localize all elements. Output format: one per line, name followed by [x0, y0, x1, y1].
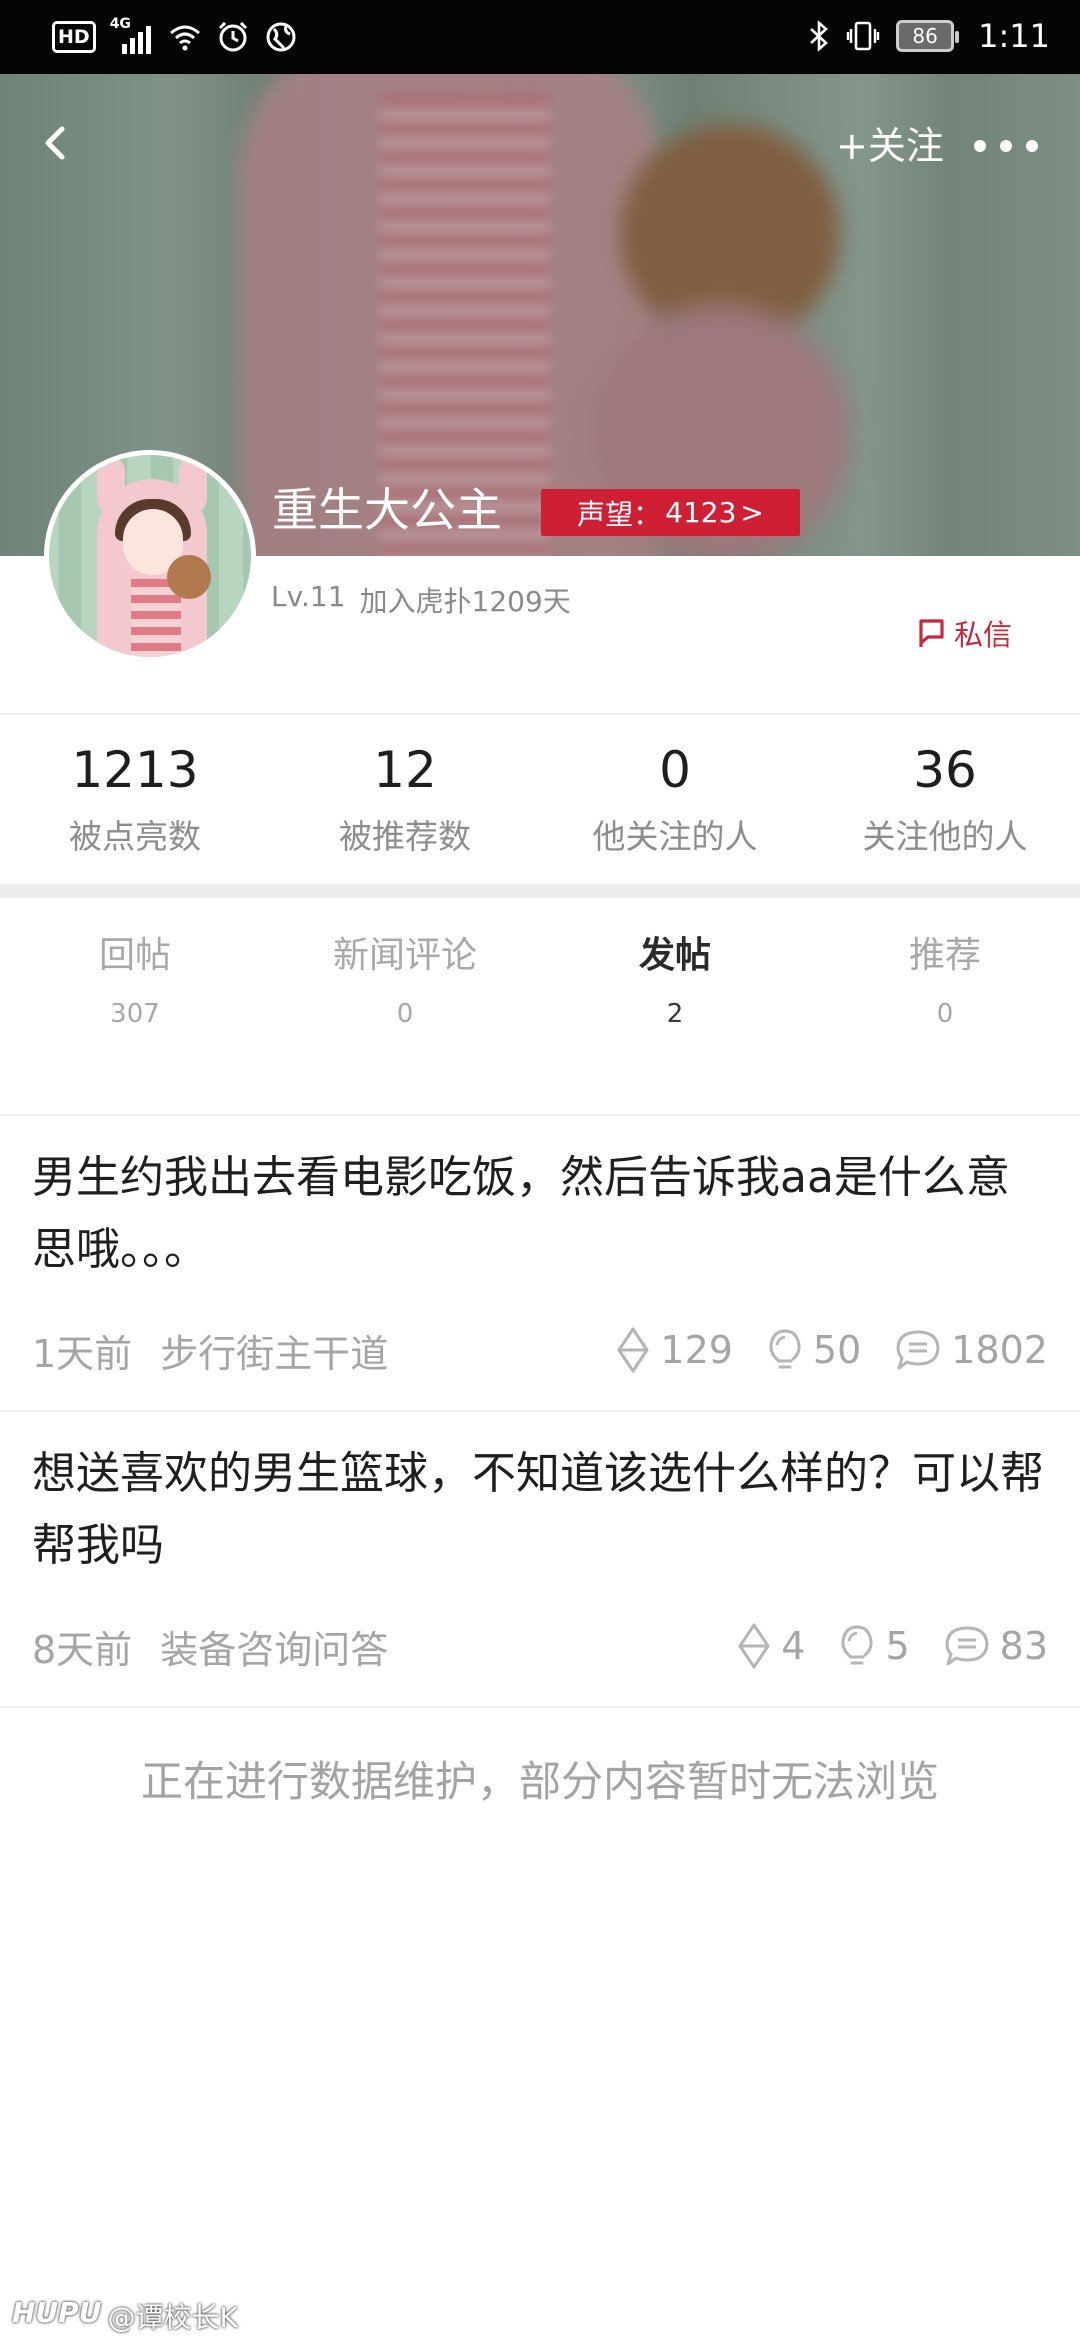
tab-news-comments[interactable]: 新闻评论 0: [270, 906, 540, 1046]
maintenance-notice: 正在进行数据维护，部分内容暂时无法浏览: [140, 1757, 939, 1806]
joined-label: 加入虎扑1209天: [359, 585, 571, 618]
battery-icon: 86: [896, 20, 960, 52]
post-time: 1天前: [32, 1331, 133, 1376]
light-count: 50: [767, 1327, 861, 1373]
status-bar-right: 86 1:11: [808, 16, 1050, 56]
stat-recommended[interactable]: 12 被推荐数: [270, 722, 540, 882]
post-item[interactable]: 男生约我出去看电影吃饭，然后告诉我aa是什么意思哦。。。 1天前 步行街主干道 …: [0, 1116, 1080, 1410]
battery-level: 86: [912, 24, 938, 48]
stat-label: 被推荐数: [339, 817, 471, 856]
light-value: 50: [812, 1328, 862, 1372]
watermark-brand: HUPU: [12, 2296, 102, 2329]
username: 重生大公主: [272, 483, 502, 537]
stat-followers[interactable]: 36 关注他的人: [810, 722, 1080, 882]
recommend-value: 4: [781, 1624, 806, 1668]
tab-count: 307: [110, 999, 160, 1029]
tab-label: 推荐: [908, 935, 981, 976]
avatar-teddy: [167, 555, 211, 599]
status-bar: HD 4G 86 1:11: [0, 0, 1080, 74]
back-button[interactable]: [30, 118, 80, 168]
post-meta: 8天前 装备咨询问答 4 5 83: [32, 1616, 1048, 1676]
stat-following[interactable]: 0 他关注的人: [540, 722, 810, 882]
follow-button[interactable]: +关注: [836, 118, 944, 174]
reply-value: 83: [999, 1624, 1048, 1668]
reputation-label: 声望：: [577, 497, 662, 531]
profile-meta: Lv.11 加入虎扑1209天: [271, 580, 571, 620]
stat-value: 12: [373, 741, 437, 799]
watermark-handle: @谭校长K: [107, 2301, 238, 2334]
recommend-count: 4: [737, 1622, 805, 1670]
tab-count: 2: [666, 999, 684, 1029]
more-dot: [1000, 140, 1012, 152]
hd-indicator: HD: [52, 21, 96, 53]
tab-label: 新闻评论: [332, 935, 477, 976]
alarm-icon: [218, 21, 247, 52]
globe-icon: [266, 22, 296, 52]
recommend-value: 129: [660, 1328, 733, 1372]
post-meta: 1天前 步行街主干道 129 50 1802: [32, 1320, 1048, 1380]
reply-count: 1802: [895, 1328, 1048, 1372]
reputation-badge[interactable]: 声望： 4123 >: [541, 489, 800, 536]
stat-value: 1213: [71, 741, 199, 799]
post-board: 步行街主干道: [160, 1331, 389, 1376]
level-label: Lv.11: [271, 580, 346, 613]
post-item[interactable]: 想送喜欢的男生篮球，不知道该选什么样的？可以帮帮我吗 8天前 装备咨询问答 4 …: [0, 1412, 1080, 1706]
post-title: 男生约我出去看电影吃饭，然后告诉我aa是什么意思哦。。。: [32, 1152, 1010, 1275]
avatar[interactable]: [44, 450, 256, 662]
tab-label: 回帖: [98, 935, 171, 976]
reply-value: 1802: [951, 1328, 1048, 1372]
tab-recommend[interactable]: 推荐 0: [810, 906, 1080, 1046]
stat-label: 他关注的人: [592, 817, 758, 856]
tab-replies[interactable]: 回帖 307: [0, 906, 270, 1046]
reply-bubble-icon: [945, 1626, 989, 1666]
private-message-button[interactable]: 私信: [916, 612, 1012, 654]
reply-bubble-icon: [896, 1330, 940, 1370]
stat-label: 关注他的人: [862, 817, 1028, 856]
post-time: 8天前: [32, 1627, 133, 1672]
stat-value: 0: [659, 741, 691, 799]
private-message-label: 私信: [954, 618, 1013, 652]
more-button[interactable]: [974, 128, 1038, 164]
message-flag-icon: [919, 619, 944, 647]
light-count: 5: [839, 1623, 910, 1669]
more-dots-icon: [974, 140, 986, 152]
stats-row: 1213 被点亮数 12 被推荐数 0 他关注的人 36 关注他的人: [0, 722, 1080, 882]
post-title: 想送喜欢的男生篮球，不知道该选什么样的？可以帮帮我吗: [32, 1448, 1044, 1571]
light-bulb-icon: [841, 1625, 874, 1665]
section-divider: [0, 884, 1080, 898]
stat-lights[interactable]: 1213 被点亮数: [0, 722, 270, 882]
light-bulb-icon: [769, 1329, 801, 1369]
light-value: 5: [885, 1624, 910, 1668]
avatar-bg-stripe: [59, 455, 81, 657]
bluetooth-icon: [810, 20, 829, 52]
tab-count: 0: [936, 999, 954, 1029]
reputation-value: 4123: [665, 496, 737, 529]
vibrate-icon: [846, 21, 880, 51]
clock: 1:11: [978, 17, 1050, 55]
watermark: HUPU @谭校长K: [12, 2296, 238, 2336]
tab-posts[interactable]: 发帖 2: [540, 906, 810, 1046]
divider: [0, 1706, 1080, 1708]
post-board: 装备咨询问答: [160, 1627, 389, 1672]
reply-count: 83: [944, 1624, 1048, 1668]
recommend-count: 129: [616, 1326, 733, 1374]
back-arrow-icon: [45, 126, 65, 160]
stat-label: 被点亮数: [69, 817, 201, 856]
content-tabs: 回帖 307 新闻评论 0 发帖 2 推荐 0: [0, 906, 1080, 1046]
recommend-icon: [617, 1327, 649, 1373]
tab-count: 0: [396, 999, 414, 1029]
wifi-icon: [169, 25, 200, 51]
divider: [0, 713, 1080, 715]
stat-value: 36: [913, 741, 977, 799]
recommend-icon: [738, 1623, 770, 1669]
reputation-arrow: >: [740, 496, 764, 529]
tab-label: 发帖: [638, 935, 711, 976]
status-bar-left: HD 4G: [52, 16, 298, 56]
more-dot: [1026, 140, 1038, 152]
signal-icon: 4G: [110, 16, 154, 54]
network-type: 4G: [109, 16, 131, 32]
